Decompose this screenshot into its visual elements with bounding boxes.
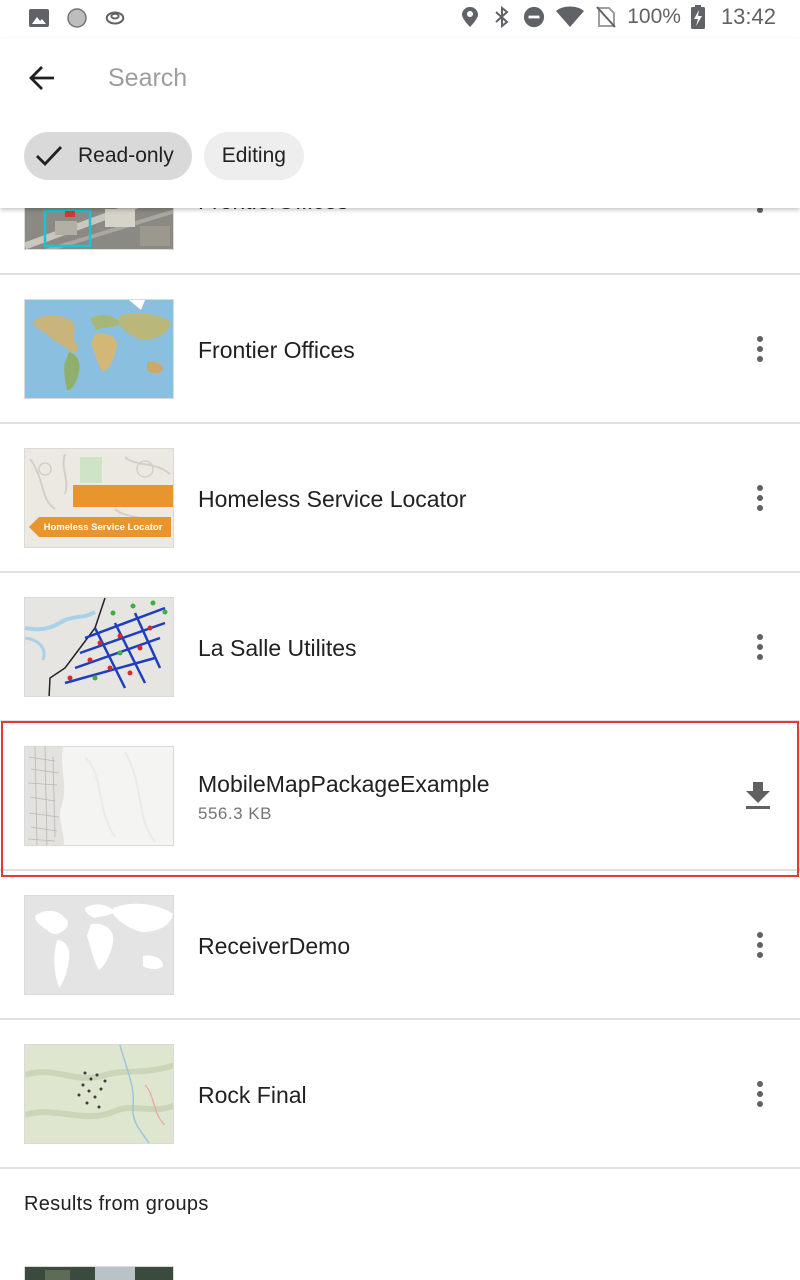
wifi-icon (555, 5, 585, 29)
more-vert-icon (757, 485, 763, 511)
do-not-disturb-icon (523, 5, 545, 29)
chip-editing[interactable]: Editing (203, 132, 304, 180)
sync-icon (104, 6, 126, 30)
battery-percent: 100% (627, 5, 681, 28)
map-thumbnail (24, 597, 174, 697)
chip-label: Editing (221, 144, 286, 167)
battery-charging-icon (690, 5, 705, 29)
section-header-groups: Results from groups (24, 1193, 209, 1215)
image-icon (28, 6, 50, 30)
item-size: 556.3 KB (198, 804, 272, 823)
circle-icon (66, 6, 88, 30)
item-title: ReceiverDemo (198, 933, 351, 959)
search-input[interactable] (108, 58, 748, 98)
chip-label: Read-only (78, 144, 174, 167)
map-thumbnail (24, 1266, 174, 1280)
status-bar: 100% 13:42 (0, 0, 800, 38)
list-item[interactable]: Rock Final (0, 1020, 800, 1169)
list-item[interactable]: La Salle Utilites (0, 573, 800, 722)
bluetooth-icon (491, 5, 513, 29)
thumb-banner-text: Homeless Service Locator (44, 522, 163, 533)
item-title: La Salle Utilites (198, 635, 357, 661)
item-title: Rock Final (198, 1082, 307, 1108)
more-vert-icon (757, 336, 763, 362)
more-vert-icon (757, 1081, 763, 1107)
download-button[interactable] (742, 780, 774, 812)
clock: 13:42 (720, 4, 776, 29)
search-header: Read-only Editing (0, 38, 800, 208)
filter-chips: Read-only Editing (24, 132, 304, 180)
list-item[interactable]: ReceiverDemo (0, 871, 800, 1020)
more-vert-icon (757, 932, 763, 958)
more-vert-icon (757, 634, 763, 660)
map-thumbnail (24, 895, 174, 995)
no-sim-icon (595, 5, 617, 29)
check-icon (34, 141, 64, 171)
list-item[interactable]: Homeless Service Locator Homeless Servic… (0, 424, 800, 573)
chip-read-only[interactable]: Read-only (24, 132, 192, 180)
map-thumbnail (24, 299, 174, 399)
location-icon (459, 5, 481, 29)
more-options-button[interactable] (746, 627, 774, 667)
more-options-button[interactable] (746, 478, 774, 518)
more-options-button[interactable] (746, 329, 774, 369)
map-thumbnail: Homeless Service Locator (24, 448, 174, 548)
map-thumbnail (24, 1044, 174, 1144)
back-button[interactable] (20, 56, 64, 100)
list-item[interactable]: Frontier Offices (0, 275, 800, 424)
download-icon (746, 782, 770, 809)
map-thumbnail (24, 746, 174, 846)
list-item-highlighted[interactable]: MobileMapPackageExample 556.3 KB (0, 722, 800, 871)
item-title: Homeless Service Locator (198, 486, 467, 512)
results-list: FrontierOffices Frontier Offices (0, 126, 800, 1169)
more-options-button[interactable] (746, 925, 774, 965)
item-title: Frontier Offices (198, 337, 355, 363)
more-options-button[interactable] (746, 1074, 774, 1114)
item-title: MobileMapPackageExample (198, 771, 490, 797)
arrow-back-icon (29, 66, 54, 90)
